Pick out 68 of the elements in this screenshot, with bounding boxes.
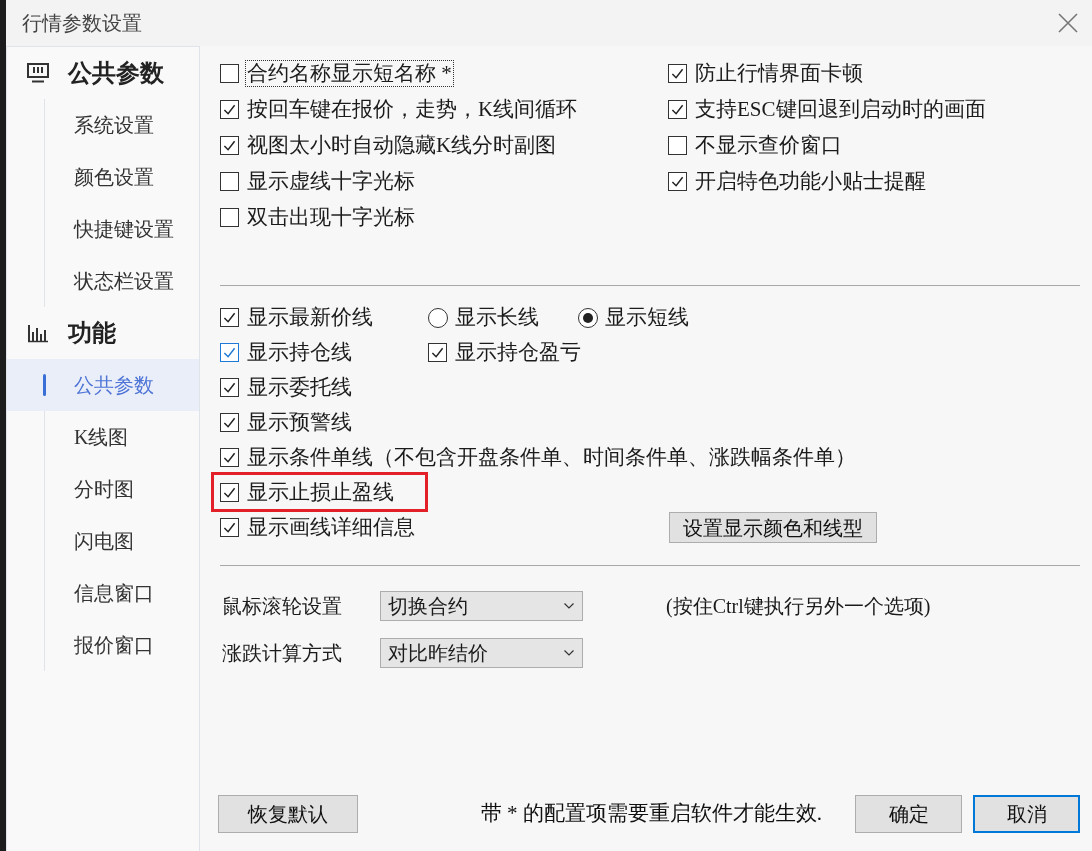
checkbox[interactable] — [220, 518, 239, 537]
selection-indicator — [43, 374, 46, 396]
checkbox-label[interactable]: 支持ESC键回退到启动时的画面 — [693, 95, 988, 123]
sidebar-item[interactable]: 闪电图 — [7, 515, 199, 567]
checkbox-label[interactable]: 显示预警线 — [247, 406, 352, 439]
checkbox-label[interactable]: 合约名称显示短名称 * — [245, 59, 454, 87]
checkbox-label[interactable]: 按回车键在报价，走势，K线间循环 — [245, 95, 580, 123]
field-label: 涨跌计算方式 — [221, 641, 343, 666]
sidebar-item[interactable]: 分时图 — [7, 463, 199, 515]
restore-defaults-button[interactable]: 恢复默认 — [218, 795, 358, 833]
sidebar-item[interactable]: K线图 — [7, 411, 199, 463]
sidebar-item[interactable]: 快捷键设置 — [7, 203, 199, 255]
checkbox[interactable] — [428, 343, 447, 362]
checkbox-label[interactable]: 显示委托线 — [247, 371, 352, 404]
dialog-button[interactable]: 确定 — [855, 795, 962, 833]
checkbox-label[interactable]: 显示持仓线 — [247, 336, 352, 369]
radio-label[interactable]: 显示长线 — [455, 301, 539, 334]
checkbox-label[interactable]: 开启特色功能小贴士提醒 — [693, 167, 928, 195]
checkbox-label[interactable]: 双击出现十字光标 — [245, 203, 417, 231]
checkbox-label[interactable]: 不显示查价窗口 — [693, 131, 844, 159]
sidebar-item[interactable]: 系统设置 — [7, 99, 199, 151]
chevron-down-icon — [564, 603, 574, 609]
field-label: 鼠标滚轮设置 — [221, 594, 343, 619]
section-title: 功能 — [68, 319, 116, 348]
monitor-icon — [27, 63, 49, 83]
checkbox[interactable] — [220, 413, 239, 432]
checkbox[interactable] — [668, 135, 687, 155]
section-title: 公共参数 — [68, 59, 164, 88]
radio-button[interactable] — [578, 307, 598, 328]
dropdown[interactable]: 对比昨结价 — [380, 638, 583, 668]
checkbox[interactable] — [220, 378, 239, 397]
checkbox[interactable] — [220, 308, 239, 327]
checkbox-label[interactable]: 显示持仓盈亏 — [455, 336, 581, 369]
checkbox-label[interactable]: 显示最新价线 — [247, 301, 373, 334]
sidebar-item[interactable]: 公共参数 — [7, 359, 199, 411]
checkbox[interactable] — [220, 343, 239, 362]
checkbox[interactable] — [220, 99, 239, 119]
checkbox-label[interactable]: 显示虚线十字光标 — [245, 167, 417, 195]
close-button[interactable] — [1058, 13, 1078, 33]
radio-label[interactable]: 显示短线 — [605, 301, 689, 334]
sidebar-item[interactable]: 信息窗口 — [7, 567, 199, 619]
checkbox[interactable] — [220, 483, 239, 502]
dropdown[interactable]: 切换合约 — [380, 591, 583, 621]
checkbox[interactable] — [220, 135, 239, 155]
checkbox-label[interactable]: 显示止损止盈线 — [247, 476, 394, 509]
dialog-button[interactable]: 取消 — [973, 795, 1080, 833]
checkbox[interactable] — [668, 171, 687, 191]
checkbox[interactable] — [220, 448, 239, 467]
line-style-button[interactable]: 设置显示颜色和线型 — [669, 512, 877, 543]
checkbox-label[interactable]: 显示条件单线（不包含开盘条件单、时间条件单、涨跌幅条件单） — [247, 441, 856, 474]
checkbox-label[interactable]: 显示画线详细信息 — [247, 511, 415, 544]
checkbox-label[interactable]: 防止行情界面卡顿 — [693, 59, 865, 87]
window-title: 行情参数设置 — [22, 11, 142, 36]
checkbox[interactable] — [220, 171, 239, 191]
restart-note: 带 * 的配置项需要重启软件才能生效. — [480, 800, 822, 828]
close-icon — [1058, 13, 1078, 33]
hint-text: (按住Ctrl键执行另外一个选项) — [666, 594, 931, 620]
radio-button[interactable] — [428, 307, 448, 328]
checkbox[interactable] — [220, 63, 239, 83]
checkbox[interactable] — [668, 63, 687, 83]
bar-chart-icon — [27, 323, 49, 343]
checkbox[interactable] — [220, 207, 239, 227]
sidebar-item[interactable]: 状态栏设置 — [7, 255, 199, 307]
chevron-down-icon — [564, 650, 574, 656]
checkbox-label[interactable]: 视图太小时自动隐藏K线分时副图 — [245, 131, 559, 159]
sidebar-item[interactable]: 报价窗口 — [7, 619, 199, 671]
sidebar-item[interactable]: 颜色设置 — [7, 151, 199, 203]
checkbox[interactable] — [668, 99, 687, 119]
